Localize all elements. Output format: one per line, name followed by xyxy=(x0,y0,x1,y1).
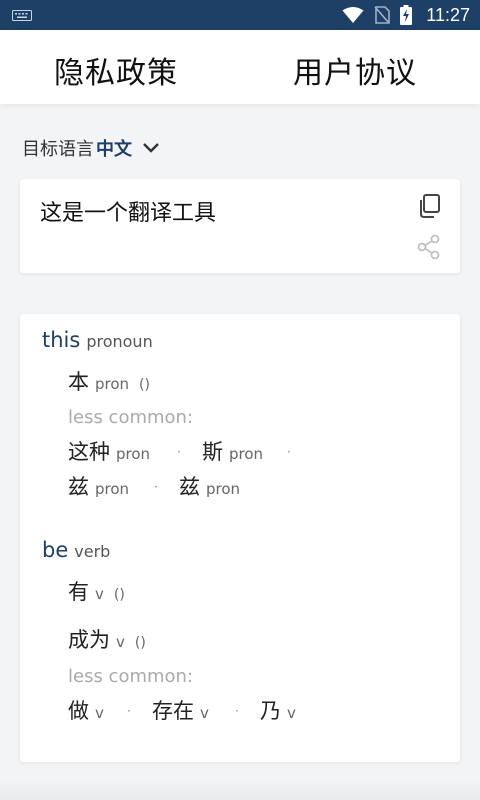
no-sim-icon xyxy=(374,6,391,24)
translation-text: 这种 xyxy=(68,440,110,464)
target-language-label: 目标语言 xyxy=(22,139,94,160)
translation-pos: v xyxy=(95,704,104,722)
translation-text: 本 xyxy=(68,370,89,394)
translation-item[interactable]: 做v xyxy=(68,695,104,725)
translation-paren: () xyxy=(139,377,150,393)
wifi-icon xyxy=(342,7,364,23)
status-bar: 11:27 xyxy=(0,0,480,30)
target-language-selector[interactable]: 目标语言 中文 xyxy=(22,136,160,160)
bottom-edge xyxy=(0,780,480,800)
translation-pos: v xyxy=(287,704,296,722)
entry-pos: pronoun xyxy=(86,332,153,351)
entry-header: this pronoun xyxy=(42,328,153,352)
translation-pos: pron xyxy=(95,375,130,393)
translation-item[interactable]: 兹 pron xyxy=(68,471,129,501)
target-language-value: 中文 xyxy=(96,139,132,160)
translation-paren: () xyxy=(113,587,125,603)
translation-item[interactable]: 成为 v () xyxy=(68,624,146,654)
translation-pos: v xyxy=(116,633,125,651)
translation-text: 斯 xyxy=(202,440,223,464)
translation-pos: pron xyxy=(206,480,241,498)
translation-text: 兹 xyxy=(179,475,200,499)
translation-item[interactable]: 有 v () xyxy=(68,576,125,606)
translation-text: 做 xyxy=(68,699,89,723)
entry-pos: verb xyxy=(74,542,111,561)
copy-icon[interactable] xyxy=(416,193,442,219)
translation-pos: v xyxy=(95,585,104,603)
privacy-policy-button[interactable]: 隐私政策 xyxy=(54,48,178,92)
translation-text: 成为 xyxy=(68,628,110,652)
dictionary-card: this pronoun 本 pron() less common: 这种 pron … xyxy=(20,314,460,762)
separator-dot: · xyxy=(127,704,131,718)
translation-pos: pron xyxy=(229,445,264,463)
source-text[interactable]: 这是一个翻译工具 xyxy=(40,195,216,227)
translation-item[interactable]: 斯 pron xyxy=(202,436,263,466)
translation-pos: pron xyxy=(116,445,151,463)
user-agreement-button[interactable]: 用户协议 xyxy=(293,48,417,92)
translation-item[interactable]: 本 pron () xyxy=(68,366,150,396)
battery-charging-icon xyxy=(400,5,413,25)
entry-word[interactable]: this xyxy=(42,328,80,352)
input-card: 这是一个翻译工具 xyxy=(20,179,460,273)
entry-header: be verb xyxy=(42,538,110,562)
translation-pos: pron xyxy=(95,480,130,498)
separator-dot: · xyxy=(154,480,158,494)
less-common-label: less common: xyxy=(68,666,194,687)
translation-item[interactable]: 这种 pron xyxy=(68,436,150,466)
translation-item[interactable]: 乃v xyxy=(260,695,296,725)
separator-dot: · xyxy=(235,704,239,718)
translation-item[interactable]: 兹 pron xyxy=(179,471,240,501)
translation-text: 乃 xyxy=(260,699,281,723)
header-bar: 隐私政策 用户协议 xyxy=(0,30,480,104)
translation-item[interactable]: 存在 v xyxy=(152,695,209,725)
translation-paren: () xyxy=(134,635,146,651)
separator-dot: · xyxy=(177,445,181,459)
keyboard-icon xyxy=(12,10,32,21)
chevron-down-icon xyxy=(143,143,159,153)
less-common-label: less common: xyxy=(68,407,194,428)
share-icon[interactable] xyxy=(416,234,442,260)
translation-text: 有 xyxy=(68,580,89,604)
entry-word[interactable]: be xyxy=(42,538,68,562)
translation-text: 存在 xyxy=(152,699,194,723)
translation-pos: v xyxy=(200,704,209,722)
separator-dot: · xyxy=(287,445,291,459)
clock: 11:27 xyxy=(426,4,470,25)
translation-text: 兹 xyxy=(68,475,89,499)
